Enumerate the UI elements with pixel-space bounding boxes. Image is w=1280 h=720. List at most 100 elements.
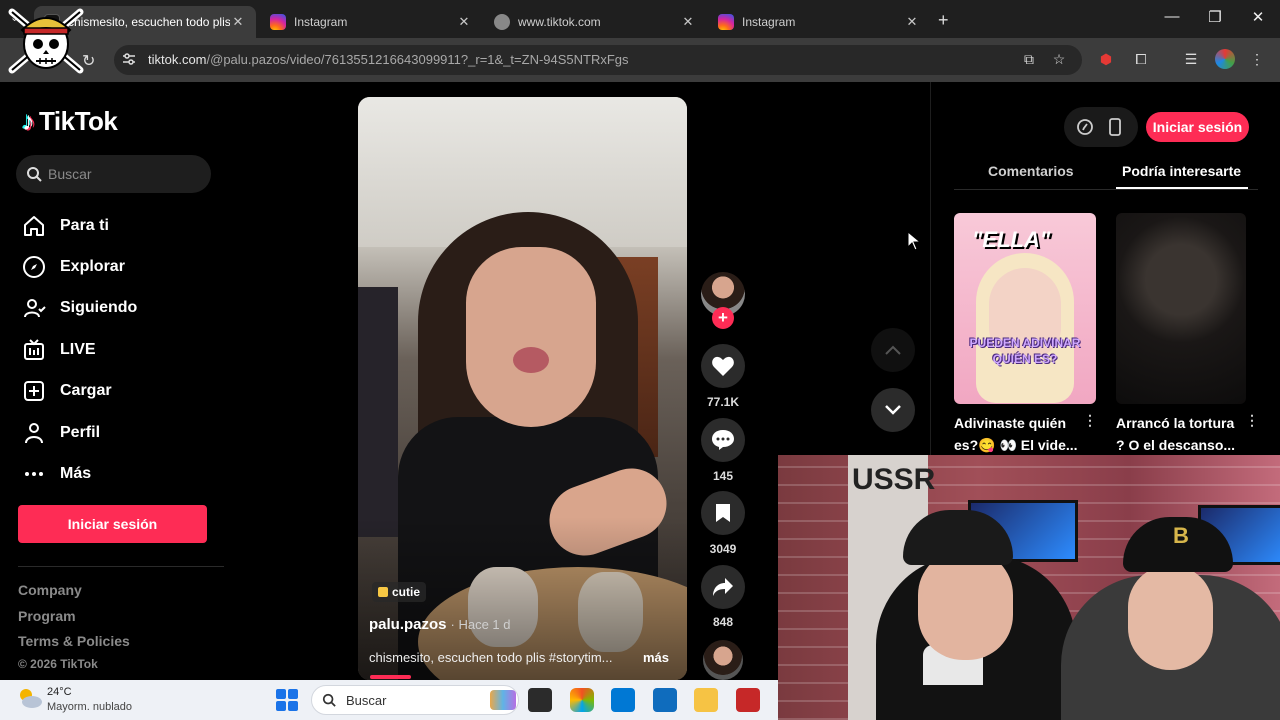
compass-icon: [20, 253, 48, 281]
nav-siguiendo[interactable]: Siguiendo: [20, 288, 137, 329]
outlook-icon[interactable]: [653, 688, 677, 712]
video-progress-bar[interactable]: [370, 675, 411, 679]
save-button[interactable]: [701, 491, 745, 535]
thumb-overlay-title: "ELLA": [972, 227, 1051, 252]
footer-link-company[interactable]: Company: [18, 582, 130, 608]
profile-icon: [20, 419, 48, 447]
install-app-icon[interactable]: ⧉: [1020, 50, 1038, 68]
recommendation-thumbnail-1[interactable]: "ELLA" PUEDEN ADIVINAR QUIÉN ES?: [954, 213, 1096, 404]
globe-icon: [494, 14, 510, 30]
footer-link-program[interactable]: Program: [18, 608, 130, 634]
close-tab-icon[interactable]: ✕: [456, 14, 472, 30]
upload-icon: [20, 377, 48, 405]
tab-title: www.tiktok.com: [518, 15, 601, 29]
sound-disc-avatar[interactable]: [703, 640, 743, 680]
video-person-face: [466, 247, 596, 427]
profile-avatar[interactable]: [1215, 49, 1235, 69]
copilot-icon[interactable]: [570, 688, 594, 712]
weather-temperature[interactable]: 24°C: [47, 686, 72, 698]
tab-comentarios[interactable]: Comentarios: [988, 163, 1074, 179]
chevron-up-icon: [885, 345, 901, 355]
url-text[interactable]: tiktok.com/@palu.pazos/video/76135512166…: [148, 52, 629, 67]
taskbar-search[interactable]: [311, 685, 519, 715]
screen: ⌄ chismesito, escuchen todo plis ✕ Insta…: [0, 0, 1280, 720]
tab-title: Instagram: [742, 15, 796, 29]
comment-button[interactable]: [701, 418, 745, 462]
get-coins-icon[interactable]: [1076, 118, 1094, 136]
previous-video-button[interactable]: [871, 328, 915, 372]
tab-tiktok-www[interactable]: www.tiktok.com ✕: [484, 6, 706, 38]
nav-label: Más: [60, 465, 92, 483]
search-highlight-icon[interactable]: [490, 690, 516, 710]
site-settings-icon[interactable]: [122, 52, 136, 66]
media-controls-icon[interactable]: ☰: [1182, 50, 1200, 68]
nav-explorar[interactable]: Explorar: [20, 246, 137, 287]
header-login-button[interactable]: Iniciar sesión: [1146, 112, 1249, 142]
tab-instagram-2[interactable]: Instagram ✕: [708, 6, 930, 38]
nav-perfil[interactable]: Perfil: [20, 412, 137, 453]
task-view-icon[interactable]: [528, 688, 552, 712]
follow-plus-icon[interactable]: +: [712, 307, 734, 329]
more-icon: [20, 460, 48, 488]
weather-description[interactable]: Mayorm. nublado: [47, 701, 132, 713]
search-input[interactable]: [48, 166, 198, 182]
description-more-link[interactable]: más: [643, 650, 669, 665]
new-tab-button[interactable]: +: [938, 10, 949, 31]
tag-label: cutie: [392, 585, 421, 599]
nav-label: Siguiendo: [60, 299, 138, 317]
file-explorer-icon[interactable]: [694, 688, 718, 712]
minimize-button[interactable]: —: [1160, 8, 1184, 25]
footer-link-terms[interactable]: Terms & Policies: [18, 633, 130, 659]
nav-label: Para ti: [60, 216, 109, 234]
recommendation-title-2[interactable]: Arrancó la tortura ? O el descanso...: [1116, 412, 1246, 456]
active-tab-indicator: [1116, 187, 1248, 189]
close-window-button[interactable]: ✕: [1246, 8, 1270, 26]
share-icon: [713, 578, 733, 596]
taskbar-search-input[interactable]: [346, 692, 466, 708]
more-options-icon[interactable]: ⋮: [1083, 412, 1097, 429]
more-options-icon[interactable]: ⋮: [1245, 412, 1259, 429]
video-tag[interactable]: cutie: [372, 582, 427, 602]
following-icon: [20, 294, 48, 322]
voice-app-icon[interactable]: [736, 688, 760, 712]
author-username[interactable]: palu.pazos: [369, 616, 447, 633]
recommendation-title-1[interactable]: Adivinaste quién es?😋 👀 El vide...: [954, 412, 1084, 456]
instagram-icon: [270, 14, 286, 30]
close-tab-icon[interactable]: ✕: [230, 14, 246, 30]
nav-mas[interactable]: Más: [20, 453, 137, 494]
tiktok-note-icon: ♪: [22, 106, 35, 136]
mouse-cursor-icon: [907, 231, 921, 251]
extension-shield-icon[interactable]: ⬢: [1097, 50, 1115, 68]
maximize-button[interactable]: ❐: [1203, 8, 1227, 26]
nav-label: Explorar: [60, 258, 125, 276]
copyright: © 2026 TikTok: [18, 657, 98, 671]
tab-instagram-1[interactable]: Instagram ✕: [260, 6, 482, 38]
tiktok-logo[interactable]: ♪ TikTok: [22, 106, 118, 137]
nav-live[interactable]: LIVE: [20, 329, 137, 370]
close-tab-icon[interactable]: ✕: [680, 14, 696, 30]
login-button[interactable]: Iniciar sesión: [18, 505, 207, 543]
cam-person-2-face: [1128, 565, 1213, 670]
like-button[interactable]: [701, 344, 745, 388]
get-app-icon[interactable]: [1106, 118, 1124, 136]
video-author[interactable]: palu.pazos · Hace 1 d: [369, 616, 511, 633]
tag-icon: [378, 587, 388, 597]
search-box[interactable]: [16, 155, 211, 193]
cam-sign-text: USSR: [852, 461, 935, 499]
like-count: 77.1K: [706, 395, 740, 409]
tab-podria-interesarte[interactable]: Podría interesarte: [1122, 163, 1241, 179]
windows-start-button[interactable]: [276, 689, 298, 711]
bookmark-star-icon[interactable]: ☆: [1050, 50, 1068, 68]
nav-para-ti[interactable]: Para ti: [20, 205, 137, 246]
share-button[interactable]: [701, 565, 745, 609]
microsoft-store-icon[interactable]: [611, 688, 635, 712]
extensions-puzzle-icon[interactable]: ⧠: [1132, 50, 1150, 68]
tiktok-wordmark: TikTok: [39, 106, 118, 136]
close-tab-icon[interactable]: ✕: [904, 14, 920, 30]
nav-cargar[interactable]: Cargar: [20, 371, 137, 412]
weather-cloudy-icon[interactable]: [16, 686, 44, 710]
recommendation-thumbnail-2[interactable]: [1116, 213, 1246, 404]
next-video-button[interactable]: [871, 388, 915, 432]
browser-menu-icon[interactable]: ⋮: [1248, 50, 1266, 68]
video-description: chismesito, escuchen todo plis #storytim…: [369, 650, 613, 665]
